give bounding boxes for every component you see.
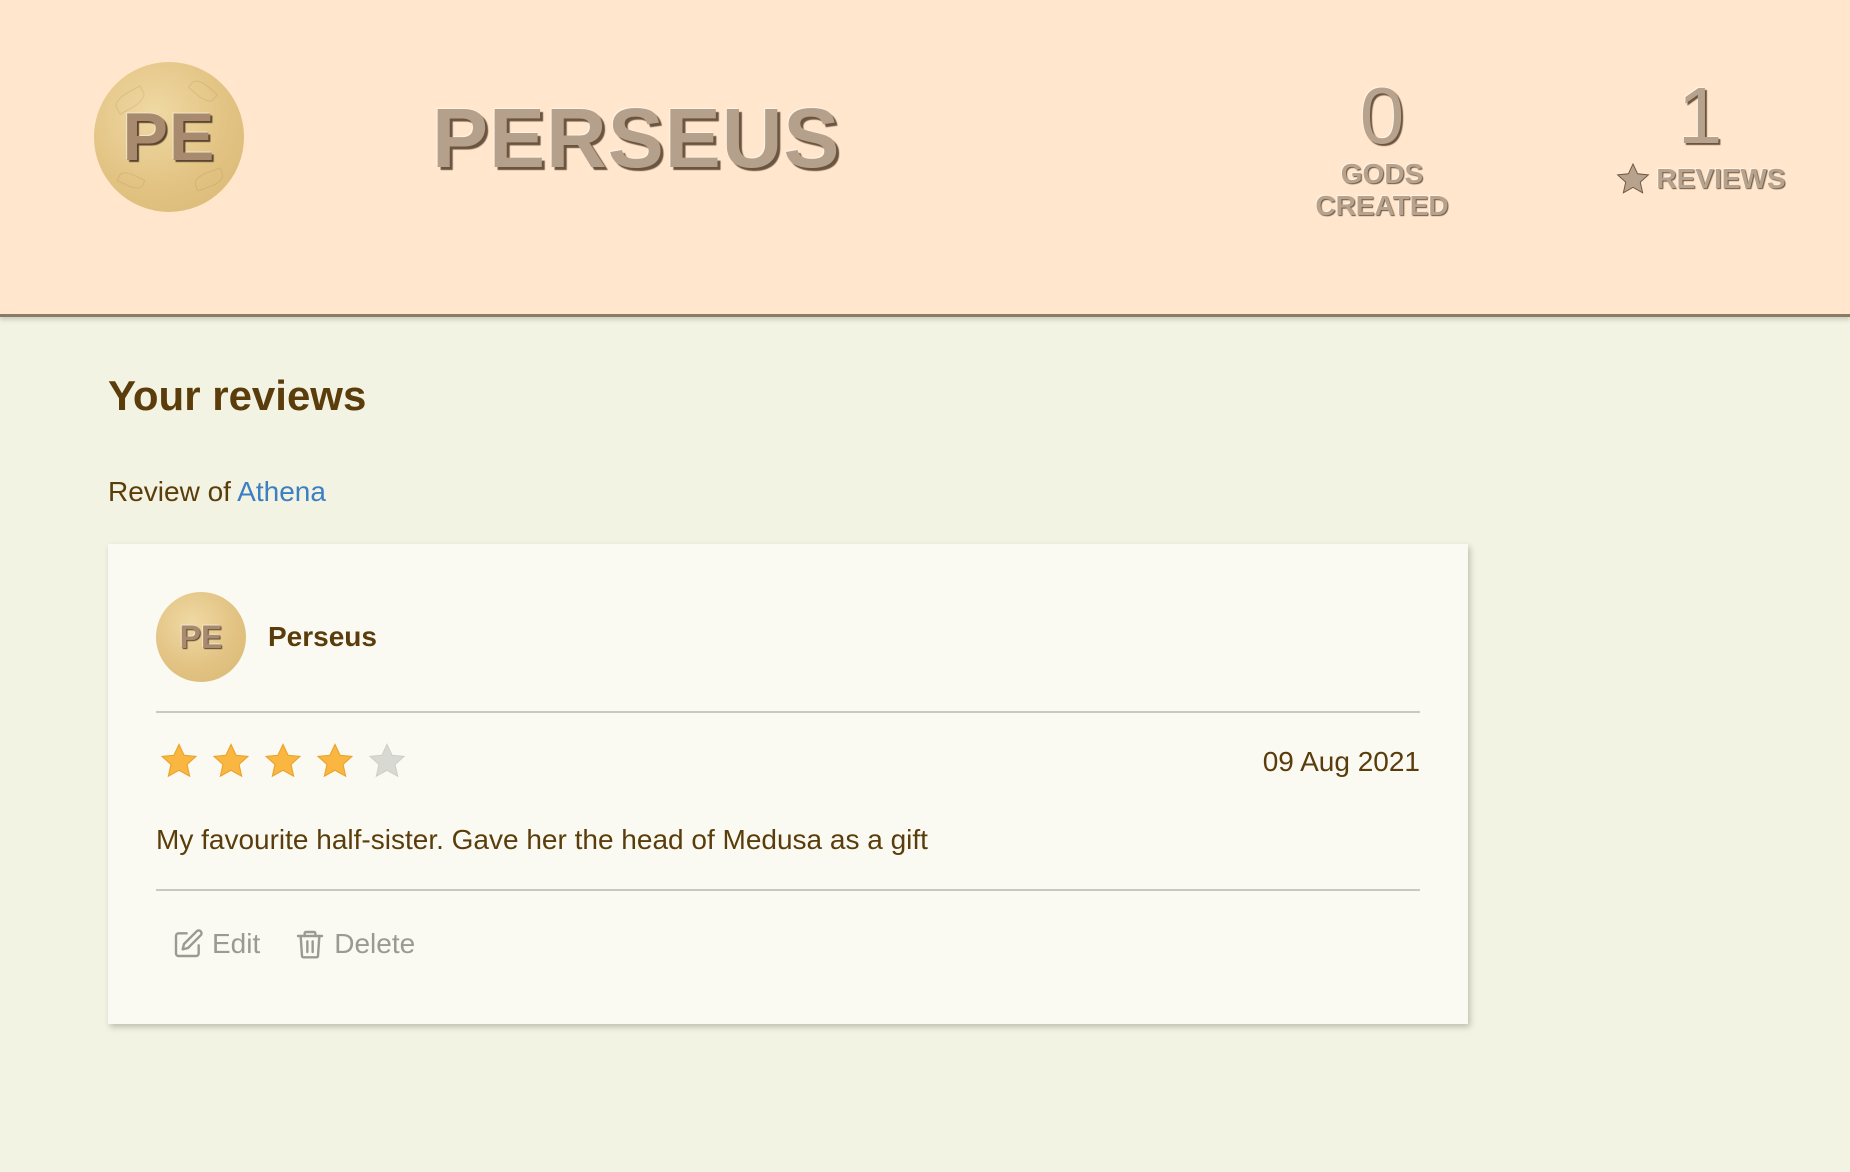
star-filled-icon <box>314 740 356 782</box>
reviewer-name: Perseus <box>268 621 377 652</box>
reviews-count: 1 <box>1677 71 1723 160</box>
edit-icon <box>172 928 204 960</box>
gods-created-count: 0 <box>1359 71 1405 160</box>
star-rating <box>158 740 408 782</box>
review-of-prefix: Review of <box>108 476 231 507</box>
review-subject-link[interactable]: Athena <box>237 476 326 507</box>
profile-header: PE PERSEUS 0 GODS CREATED 1 REVIEWS <box>0 0 1850 317</box>
star-empty-icon <box>366 740 408 782</box>
review-card-header: PE Perseus <box>156 592 377 682</box>
review-of: Review of Athena <box>108 476 326 508</box>
star-icon <box>1614 160 1652 198</box>
stat-reviews: 1 REVIEWS <box>1600 76 1800 198</box>
delete-label: Delete <box>334 928 416 959</box>
profile-username: PERSEUS <box>432 91 841 185</box>
review-actions: Edit Delete <box>172 928 415 960</box>
reviews-label: REVIEWS <box>1656 163 1786 194</box>
avatar: PE <box>94 62 244 212</box>
reviewer-avatar-initials: PE <box>179 618 223 655</box>
review-text: My favourite half-sister. Gave her the h… <box>156 824 928 855</box>
delete-button[interactable]: Delete <box>294 928 415 960</box>
reviewer-avatar: PE <box>156 592 246 682</box>
stat-gods-created: 0 GODS CREATED <box>1272 76 1492 222</box>
edit-button[interactable]: Edit <box>172 928 260 960</box>
gods-created-label: GODS CREATED <box>1315 158 1449 221</box>
divider <box>156 711 1420 713</box>
avatar-initials: PE <box>122 99 216 175</box>
star-filled-icon <box>158 740 200 782</box>
review-date: 09 Aug 2021 <box>1262 746 1420 777</box>
review-card: PE Perseus 09 Aug 2021 My favourite half… <box>108 544 1468 1024</box>
star-filled-icon <box>262 740 304 782</box>
star-filled-icon <box>210 740 252 782</box>
divider <box>156 889 1420 891</box>
edit-label: Edit <box>212 928 261 959</box>
section-title: Your reviews <box>108 372 367 419</box>
trash-icon <box>294 928 326 960</box>
